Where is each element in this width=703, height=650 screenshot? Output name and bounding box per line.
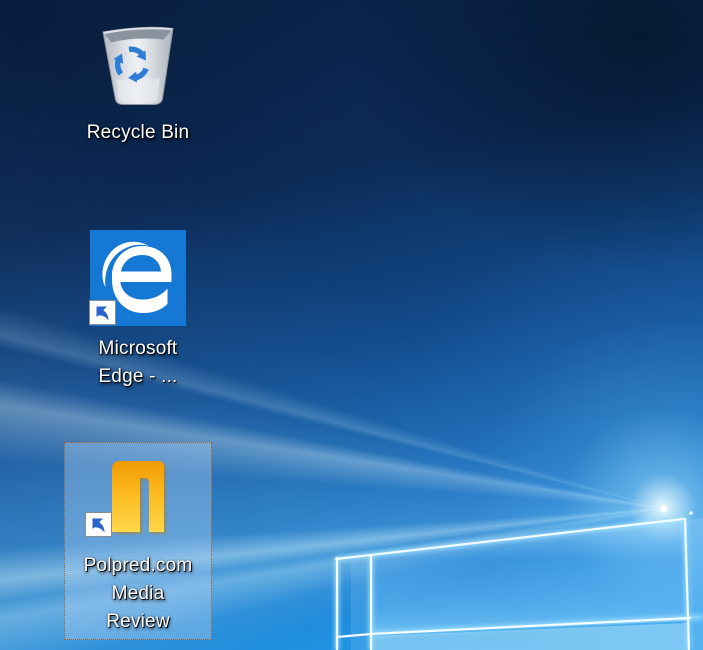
icon-label-line: Media	[84, 580, 193, 608]
icon-label-line: Microsoft	[98, 335, 177, 363]
icon-label-line: Review	[84, 608, 193, 636]
icon-label-line: Polpred.com	[84, 552, 193, 580]
shortcut-arrow-icon	[85, 512, 112, 537]
desktop: Recycle Bin Microsoft Edge - ...	[0, 0, 703, 650]
microsoft-edge-icon	[90, 230, 186, 326]
shortcut-arrow-icon	[89, 300, 116, 325]
polpred-icon	[90, 448, 186, 544]
icon-label-line: Edge - ...	[98, 363, 177, 391]
recycle-bin-icon	[90, 14, 186, 110]
icon-label: Microsoft Edge - ...	[98, 335, 177, 391]
edge-tile	[90, 230, 186, 326]
desktop-icon-recycle-bin[interactable]: Recycle Bin	[63, 14, 213, 147]
desktop-icon-polpred-media-review[interactable]: Polpred.com Media Review	[64, 442, 212, 640]
icon-label: Polpred.com Media Review	[84, 552, 193, 636]
icon-label: Recycle Bin	[87, 119, 190, 147]
icon-label-line: Recycle Bin	[87, 119, 190, 147]
desktop-icon-microsoft-edge[interactable]: Microsoft Edge - ...	[63, 230, 213, 391]
